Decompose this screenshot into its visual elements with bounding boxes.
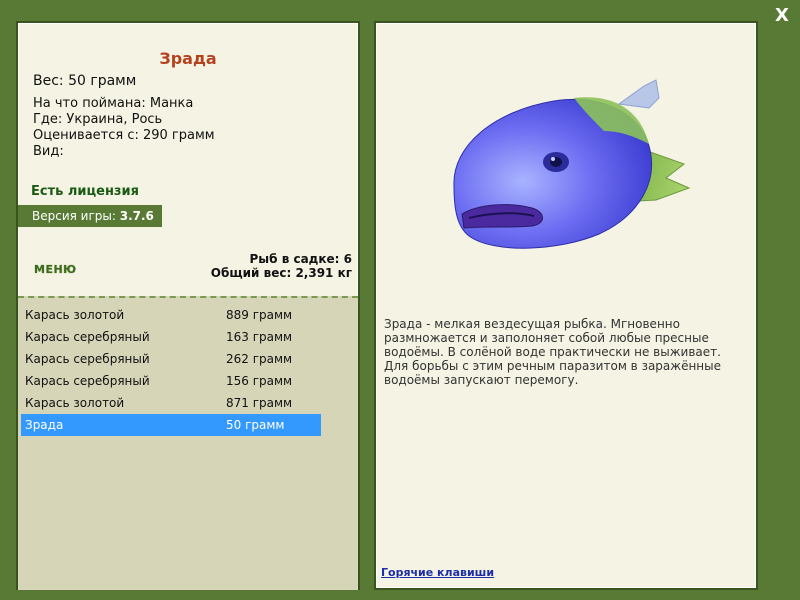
close-icon: X: [775, 5, 789, 26]
list-item-name: Зрада: [25, 418, 64, 432]
fish-description: Зрада - мелкая вездесущая рыбка. Мгновен…: [384, 317, 722, 387]
keepnet-stats: Рыб в садке: 6 Общий вес: 2,391 кг: [211, 252, 352, 280]
hotkeys-link[interactable]: Горячие клавиши: [381, 566, 494, 579]
fish-image: [453, 79, 691, 249]
list-item-weight: 50 грамм: [226, 418, 285, 432]
list-item[interactable]: Карась серебряный 262 грамм: [21, 348, 321, 370]
list-item-name: Карась золотой: [25, 308, 125, 322]
fish-trophy-threshold: Оценивается с: 290 грамм: [33, 128, 215, 143]
list-item[interactable]: Карась серебряный 156 грамм: [21, 370, 321, 392]
list-item-name: Карась серебряный: [25, 330, 150, 344]
version-label: Версия игры:: [32, 209, 116, 223]
fish-info-panel: Зрада Вес: 50 грамм На что поймана: Манк…: [16, 21, 360, 590]
list-item[interactable]: Карась серебряный 163 грамм: [21, 326, 321, 348]
list-item-selected[interactable]: Зрада 50 грамм: [21, 414, 321, 436]
license-status: Есть лицензия: [31, 184, 139, 199]
list-item-name: Карась серебряный: [25, 352, 150, 366]
fish-bait: На что поймана: Манка: [33, 96, 194, 111]
fish-location: Где: Украина, Рось: [33, 112, 163, 127]
version-bar: Версия игры: 3.7.6: [18, 205, 162, 227]
fish-weight: Вес: 50 грамм: [33, 73, 137, 89]
list-item-weight: 163 грамм: [226, 330, 293, 344]
keepnet-total-weight: Общий вес: 2,391 кг: [210, 266, 352, 280]
keepnet-count: Рыб в садке: 6: [249, 252, 353, 266]
list-item-weight: 889 грамм: [226, 308, 293, 322]
fish-species: Вид:: [33, 144, 64, 159]
catch-list[interactable]: Карась золотой 889 грамм Карась серебрян…: [18, 296, 358, 590]
list-item[interactable]: Карась золотой 889 грамм: [21, 304, 321, 326]
list-item-name: Карась серебряный: [25, 374, 150, 388]
close-button[interactable]: X: [770, 4, 794, 28]
fish-detail-panel: Зрада - мелкая вездесущая рыбка. Мгновен…: [374, 21, 758, 590]
list-item-weight: 156 грамм: [226, 374, 293, 388]
fish-name-title: Зрада: [159, 49, 217, 68]
version-value: 3.7.6: [119, 209, 154, 223]
list-item-weight: 871 грамм: [226, 396, 293, 410]
list-item-name: Карась золотой: [25, 396, 125, 410]
list-item[interactable]: Карась золотой 871 грамм: [21, 392, 321, 414]
list-item-weight: 262 грамм: [226, 352, 293, 366]
menu-button[interactable]: МЕНЮ: [34, 263, 77, 276]
